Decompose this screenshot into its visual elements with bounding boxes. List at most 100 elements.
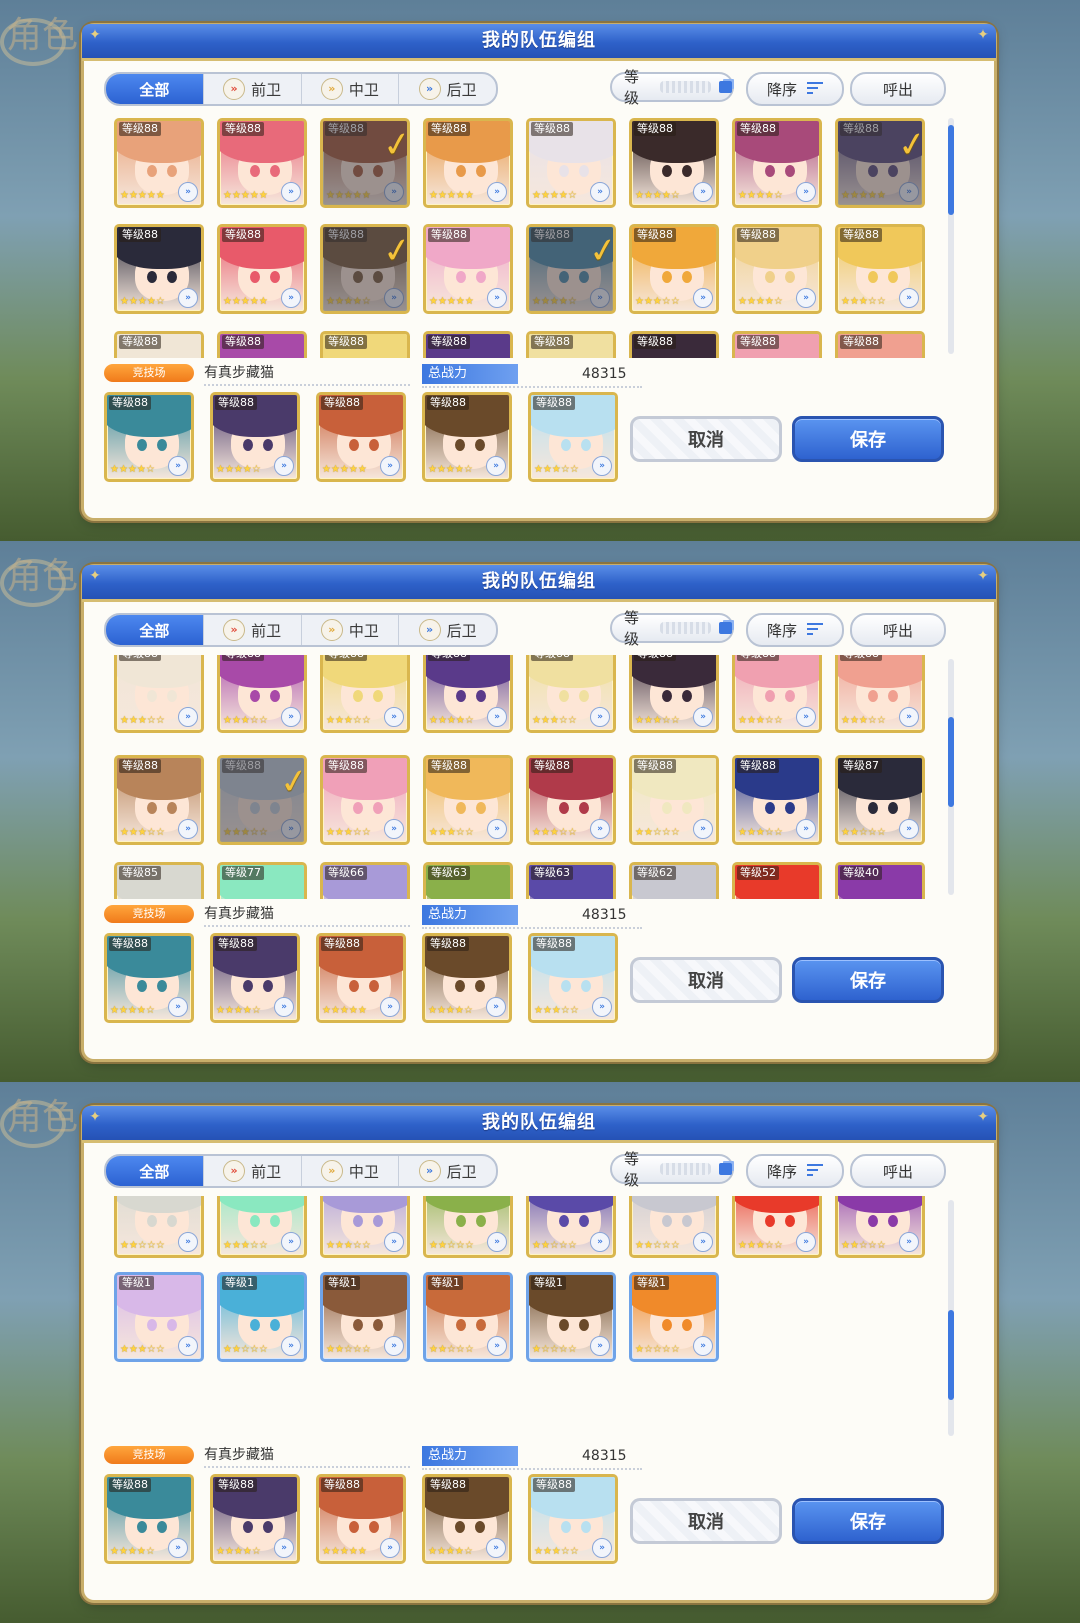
tab-all[interactable]: 全部 bbox=[106, 615, 203, 645]
character-card[interactable]: 等级88 ★★★★★ » bbox=[423, 118, 513, 208]
character-card[interactable]: 等级88★★★★☆» bbox=[210, 1474, 300, 1564]
sort-order-button[interactable]: 降序 bbox=[746, 72, 844, 106]
character-card[interactable]: 等级88★★★☆☆» bbox=[835, 331, 925, 358]
tab-rearguard[interactable]: » 后卫 bbox=[398, 74, 496, 104]
character-card[interactable]: 等级1 ★★☆☆☆ » bbox=[320, 1272, 410, 1362]
tab-midguard[interactable]: » 中卫 bbox=[300, 1156, 399, 1186]
tab-rearguard[interactable]: » 后卫 bbox=[398, 1156, 496, 1186]
character-card[interactable]: 等级88★★★★☆» bbox=[526, 118, 616, 208]
character-card[interactable]: 等级88★★★★☆» bbox=[210, 392, 300, 482]
character-card[interactable]: 等级85★★☆☆☆» bbox=[114, 1196, 204, 1258]
character-card[interactable]: 等级88 ★★☆☆☆ » bbox=[629, 755, 719, 845]
tab-all[interactable]: 全部 bbox=[106, 1156, 203, 1186]
character-card[interactable]: 等级88★★★☆☆» bbox=[528, 1474, 618, 1564]
character-card[interactable]: 等级88★★★★☆» bbox=[104, 933, 194, 1023]
character-card[interactable]: 等级88★★★★☆» bbox=[423, 331, 513, 358]
tab-all[interactable]: 全部 bbox=[106, 74, 203, 104]
scrollbar-thumb[interactable] bbox=[948, 1310, 954, 1400]
character-card[interactable]: 等级88★★★★☆» bbox=[104, 392, 194, 482]
character-card[interactable]: 等级88★★★☆☆» bbox=[114, 655, 204, 733]
character-card[interactable]: 等级66★★★☆☆» bbox=[320, 862, 410, 899]
character-card[interactable]: 等级88★★★☆☆» bbox=[629, 224, 719, 314]
character-card[interactable]: 等级63★★☆☆☆» bbox=[423, 862, 513, 899]
character-card[interactable]: 等级88★★★☆☆» bbox=[320, 755, 410, 845]
character-card[interactable]: 等级88★★★★☆» bbox=[423, 655, 513, 733]
call-team-button[interactable]: 呼出 bbox=[850, 613, 946, 647]
character-card[interactable]: 等级88★★★☆☆» bbox=[526, 331, 616, 358]
character-card[interactable]: 等级88★★★☆☆» bbox=[114, 331, 204, 358]
character-card[interactable]: 等级88★★★☆☆» bbox=[732, 331, 822, 358]
character-card[interactable]: 等级1 ★★★☆☆ » bbox=[114, 1272, 204, 1362]
character-card[interactable]: 等级88 ★★★★★ » bbox=[114, 118, 204, 208]
character-card[interactable]: 等级88★★★★☆» bbox=[114, 224, 204, 314]
tab-vanguard[interactable]: » 前卫 bbox=[202, 615, 301, 645]
character-card[interactable]: 等级88★★★★☆» bbox=[629, 118, 719, 208]
character-card[interactable]: 等级88★★★☆☆» bbox=[528, 933, 618, 1023]
character-card[interactable]: 等级88 ★★★★☆ » ✓ bbox=[320, 224, 410, 314]
call-team-button[interactable]: 呼出 bbox=[850, 1154, 946, 1188]
grid-scrollbar[interactable] bbox=[948, 659, 954, 895]
character-card[interactable]: 等级88★★★★☆» bbox=[104, 1474, 194, 1564]
character-card[interactable]: 等级66★★★☆☆» bbox=[320, 1196, 410, 1258]
grid-scrollbar[interactable] bbox=[948, 118, 954, 354]
character-card[interactable]: 等级88★★★☆☆» bbox=[217, 331, 307, 358]
save-button[interactable]: 保存 bbox=[792, 1498, 944, 1544]
sort-order-button[interactable]: 降序 bbox=[746, 1154, 844, 1188]
tab-vanguard[interactable]: » 前卫 bbox=[202, 1156, 301, 1186]
character-card[interactable]: 等级88 ★★★★★ » bbox=[217, 224, 307, 314]
character-card[interactable]: 等级52★★★☆☆» bbox=[732, 1196, 822, 1258]
scrollbar-thumb[interactable] bbox=[948, 125, 954, 215]
character-card[interactable]: 等级88★★★☆☆» bbox=[835, 655, 925, 733]
save-button[interactable]: 保存 bbox=[792, 957, 944, 1003]
character-card[interactable]: 等级88★★★★☆» bbox=[210, 933, 300, 1023]
character-card[interactable]: 等级88 ★★★★★ » ✓ bbox=[320, 118, 410, 208]
character-card[interactable]: 等级88★★★☆☆» bbox=[835, 224, 925, 314]
character-card[interactable]: 等级88★★★☆☆» bbox=[629, 331, 719, 358]
character-card[interactable]: 等级1 ★☆☆☆☆ » bbox=[526, 1272, 616, 1362]
character-card[interactable]: 等级88★★★☆☆» bbox=[217, 655, 307, 733]
sort-order-button[interactable]: 降序 bbox=[746, 613, 844, 647]
character-card[interactable]: 等级88 ★★★★★ » bbox=[217, 118, 307, 208]
call-team-button[interactable]: 呼出 bbox=[850, 72, 946, 106]
character-card[interactable]: 等级88★★★☆☆» bbox=[526, 655, 616, 733]
character-card[interactable]: 等级88★★★★☆» bbox=[422, 1474, 512, 1564]
character-card[interactable]: 等级88★★★☆☆» bbox=[732, 755, 822, 845]
character-card[interactable]: 等级88★★★★☆» bbox=[422, 392, 512, 482]
character-card[interactable]: 等级77★★★☆☆» bbox=[217, 1196, 307, 1258]
character-card[interactable]: 等级88 ★★★★★ » ✓ bbox=[835, 118, 925, 208]
character-card[interactable]: 等级88★★★★☆» bbox=[732, 118, 822, 208]
grid-scrollbar[interactable] bbox=[948, 1200, 954, 1436]
character-card[interactable]: 等级88 ★★★★★ » bbox=[423, 224, 513, 314]
character-card[interactable]: 等级87 ★★☆☆☆ » bbox=[835, 755, 925, 845]
character-card[interactable]: 等级88 ★★★★★ » bbox=[316, 392, 406, 482]
character-card[interactable]: 等级1 ★★☆☆☆ » bbox=[217, 1272, 307, 1362]
character-card[interactable]: 等级62★★☆☆☆» bbox=[629, 1196, 719, 1258]
character-card[interactable]: 等级52★★★☆☆» bbox=[732, 862, 822, 899]
sort-by-level-button[interactable]: 等级 bbox=[610, 609, 734, 648]
tab-rearguard[interactable]: » 后卫 bbox=[398, 615, 496, 645]
character-card[interactable]: 等级88 ★★★☆☆ » ✓ bbox=[217, 755, 307, 845]
character-card[interactable]: 等级88★★★☆☆» bbox=[320, 331, 410, 358]
character-card[interactable]: 等级62★★☆☆☆» bbox=[629, 862, 719, 899]
character-card[interactable]: 等级40★★☆☆☆» bbox=[835, 1196, 925, 1258]
tab-midguard[interactable]: » 中卫 bbox=[300, 615, 399, 645]
tab-midguard[interactable]: » 中卫 bbox=[300, 74, 399, 104]
character-card[interactable]: 等级63★★☆☆☆» bbox=[423, 1196, 513, 1258]
character-card[interactable]: 等级40★★☆☆☆» bbox=[835, 862, 925, 899]
character-card[interactable]: 等级1 ★☆☆☆☆ » bbox=[629, 1272, 719, 1362]
sort-by-level-button[interactable]: 等级 bbox=[610, 68, 734, 107]
character-card[interactable]: 等级1 ★★☆☆☆ » bbox=[423, 1272, 513, 1362]
character-card[interactable]: 等级88★★★☆☆» bbox=[528, 392, 618, 482]
character-card[interactable]: 等级88 ★★★★☆ » ✓ bbox=[526, 224, 616, 314]
character-card[interactable]: 等级88★★★☆☆» bbox=[423, 755, 513, 845]
cancel-button[interactable]: 取消 bbox=[630, 416, 782, 462]
character-card[interactable]: 等级88★★★☆☆» bbox=[526, 755, 616, 845]
character-card[interactable]: 等级88 ★★★★★ » bbox=[316, 933, 406, 1023]
character-card[interactable]: 等级88★★★★☆» bbox=[422, 933, 512, 1023]
character-card[interactable]: 等级88★★★☆☆» bbox=[114, 755, 204, 845]
character-card[interactable]: 等级77★★★☆☆» bbox=[217, 862, 307, 899]
character-card[interactable]: 等级85★★☆☆☆» bbox=[114, 862, 204, 899]
character-card[interactable]: 等级88★★★★☆» bbox=[732, 224, 822, 314]
cancel-button[interactable]: 取消 bbox=[630, 957, 782, 1003]
character-card[interactable]: 等级63★★☆☆☆» bbox=[526, 862, 616, 899]
